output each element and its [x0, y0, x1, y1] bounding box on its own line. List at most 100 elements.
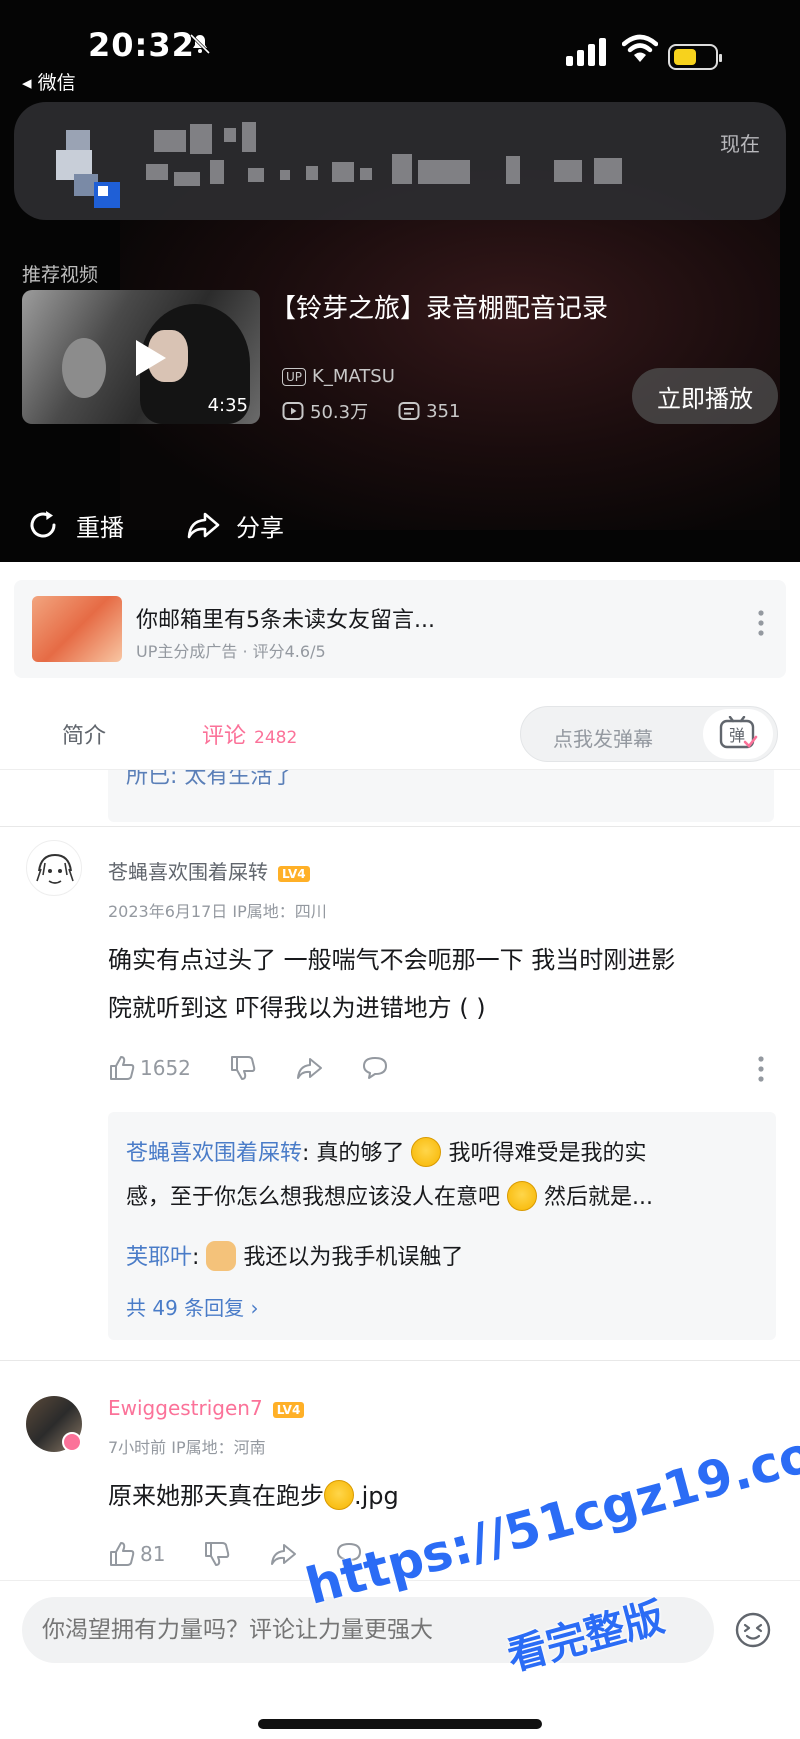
reply-icon[interactable] [361, 1054, 389, 1082]
share-icon[interactable] [184, 506, 222, 544]
like-count: 81 [140, 1542, 166, 1566]
level-badge: LV4 [272, 1401, 305, 1418]
danmaku-toggle-button[interactable]: 弹 [703, 709, 773, 759]
status-time: 20:32 [88, 26, 195, 64]
back-to-app-link[interactable]: ◂ 微信 [22, 68, 76, 95]
replay-icon[interactable] [24, 506, 62, 544]
dislike-icon[interactable] [229, 1054, 257, 1082]
comment-actions: 81 [108, 1540, 363, 1568]
reply-username[interactable]: 苍蝇喜欢围着屎转 [126, 1141, 302, 1166]
level-badge: LV4 [278, 865, 310, 882]
comment-text-part: 原来她那天真在跑步 [108, 1482, 324, 1510]
share-icon[interactable] [295, 1054, 323, 1082]
blurred-text [190, 124, 212, 154]
danmaku-placeholder: 点我发弹幕 [553, 727, 653, 751]
tab-comments[interactable]: 评论 2482 [202, 718, 297, 750]
reply-item[interactable]: 芙耶叶: 我还以为我手机误触了 [126, 1236, 463, 1280]
reply-text: 我还以为我手机误触了 [243, 1245, 464, 1270]
notification-banner[interactable]: 现在 [14, 102, 786, 220]
comment-text: 确实有点过头了 一般喘气不会呃那一下 我当时刚进影 院就听到这 吓得我以为进错地… [108, 936, 774, 1032]
blurred-text [224, 128, 236, 142]
video-player-area: 20:32 ◂ 微信 现在 推荐视频 4:35 【铃芽之旅】录音棚配音记录 UP… [0, 0, 800, 562]
home-indicator [258, 1719, 542, 1729]
ad-title[interactable]: 你邮箱里有5条未读女友留言... [136, 602, 435, 634]
like-icon[interactable] [108, 1054, 136, 1082]
blurred-text [210, 160, 224, 184]
play-icon[interactable] [122, 332, 174, 384]
comment-text-part: .jpg [354, 1482, 399, 1510]
play-now-button[interactable]: 立即播放 [632, 368, 778, 424]
views-icon [282, 402, 304, 420]
comment-username-text: 苍蝇喜欢围着屎转 [108, 860, 268, 884]
blurred-text [248, 168, 264, 182]
comment-username[interactable]: 苍蝇喜欢围着屎转 LV4 [108, 856, 310, 885]
thumbnail-microphone [62, 338, 106, 398]
reply-username[interactable]: 芙耶叶 [126, 1245, 192, 1270]
video-stats-row: 50.3万 351 [282, 398, 460, 424]
comment-input-bar [0, 1580, 800, 1739]
blurred-text [154, 130, 186, 152]
send-danmaku-input[interactable]: 点我发弹幕 弹 [520, 706, 778, 762]
avatar[interactable] [26, 840, 82, 896]
reply-text: 然后就是... [544, 1185, 653, 1210]
like-icon[interactable] [108, 1540, 136, 1568]
vip-badge-icon [62, 1432, 82, 1452]
dislike-icon[interactable] [203, 1540, 231, 1568]
share-icon[interactable] [269, 1540, 297, 1568]
blurred-text [418, 160, 470, 184]
comment-meta: 7小时前 IP属地：河南 [108, 1438, 266, 1457]
blurred-text [554, 160, 582, 182]
blurred-text [506, 156, 520, 184]
up-badge-icon: UP [282, 367, 307, 386]
previous-replies-box: 所已: 太有生活了 [108, 770, 774, 822]
comment-username[interactable]: Ewiggestrigen7 LV4 [108, 1396, 305, 1420]
notification-time: 现在 [720, 132, 760, 156]
blurred-text [146, 164, 168, 180]
ad-subtitle: UP主分成广告 · 评分4.6/5 [136, 642, 326, 661]
replies-box: 苍蝇喜欢围着屎转: 真的够了 我听得难受是我的实 感，至于你怎么想我想应该没人在… [108, 1112, 776, 1340]
blurred-text [332, 162, 354, 182]
crying-emoji-icon [507, 1181, 538, 1211]
share-button[interactable]: 分享 [236, 508, 284, 543]
comment-actions: 1652 [108, 1054, 389, 1082]
replay-button[interactable]: 重播 [76, 508, 124, 543]
blurred-text [360, 168, 372, 180]
blurred-text [306, 166, 318, 180]
comment-username-text: Ewiggestrigen7 [108, 1396, 263, 1420]
like-count: 1652 [140, 1056, 191, 1080]
recommended-video-title[interactable]: 【铃芽之旅】录音棚配音记录 [270, 288, 608, 325]
reply-text: 我听得难受是我的实 [448, 1141, 647, 1166]
player-actions: 重播 分享 [24, 506, 284, 544]
comment-text: 原来她那天真在跑步 .jpg [108, 1472, 774, 1520]
comment-divider [0, 1360, 800, 1361]
status-bar: 20:32 ◂ 微信 [0, 0, 800, 100]
emoji-picker-icon[interactable] [734, 1611, 772, 1649]
ad-card[interactable]: 你邮箱里有5条未读女友留言... UP主分成广告 · 评分4.6/5 [14, 580, 786, 678]
mute-bell-icon [189, 33, 211, 55]
comment-more-icon[interactable] [758, 1056, 764, 1082]
wifi-icon [622, 34, 658, 62]
app-icon-blurred [56, 130, 120, 208]
blurred-text [392, 154, 412, 184]
comment-text-line: 确实有点过头了 一般喘气不会呃那一下 我当时刚进影 [108, 946, 676, 974]
blurred-text [242, 122, 256, 152]
reply-item[interactable]: 苍蝇喜欢围着屎转: 真的够了 我听得难受是我的实 感，至于你怎么想我想应该没人在… [126, 1132, 766, 1220]
view-more-replies-link[interactable]: 共 49 条回复 › [126, 1292, 259, 1321]
views-count: 50.3万 [310, 402, 369, 423]
cellular-signal-icon [566, 38, 606, 66]
recommended-video-thumbnail[interactable]: 4:35 [22, 290, 260, 424]
uploader-row[interactable]: UP K_MATSU [282, 366, 395, 387]
comment-text-line: 院就听到这 吓得我以为进错地方 ( ) [108, 994, 486, 1022]
uploader-name[interactable]: K_MATSU [312, 366, 395, 387]
tab-comments-count: 2482 [254, 728, 298, 748]
tab-comments-label: 评论 [202, 724, 247, 749]
reply-icon[interactable] [335, 1540, 363, 1568]
avatar-drawing-icon [36, 853, 74, 884]
comment-divider [0, 826, 800, 827]
tab-intro[interactable]: 简介 [62, 718, 106, 750]
more-options-icon[interactable] [758, 610, 764, 636]
reply-text: 感，至于你怎么想我想应该没人在意吧 [126, 1185, 501, 1210]
comment-input[interactable] [22, 1597, 714, 1663]
crying-emoji-icon [411, 1137, 442, 1167]
danmaku-toggle-glyph: 弹 [729, 726, 745, 745]
